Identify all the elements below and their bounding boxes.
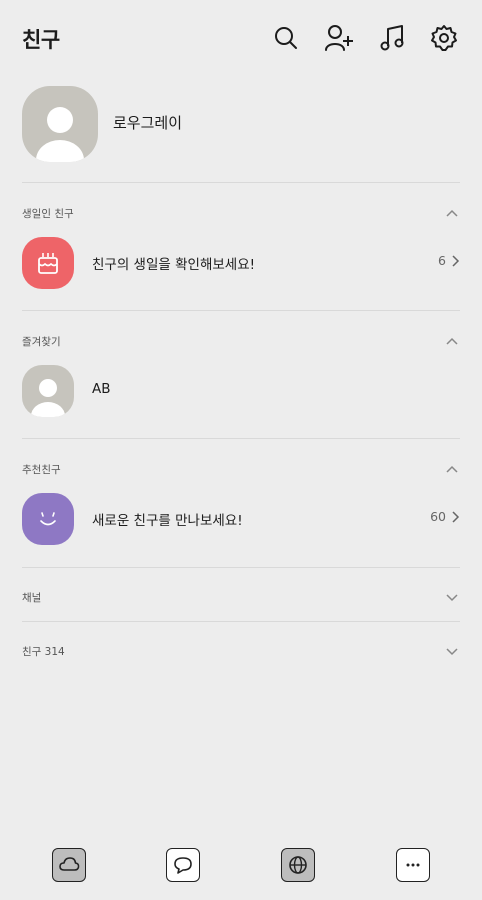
chevron-down-icon [446, 648, 458, 656]
recommended-row-text: 새로운 친구를 만나보세요! [92, 513, 243, 529]
section-header-channel[interactable]: 채널 [0, 584, 482, 610]
section-label: 친구 314 [22, 646, 65, 658]
recommended-count: 60 [430, 509, 460, 524]
header: 친구 [0, 0, 482, 78]
music-icon[interactable] [376, 22, 408, 54]
chevron-up-icon [446, 337, 458, 345]
divider [22, 567, 460, 568]
more-icon[interactable] [396, 848, 430, 882]
birthday-row[interactable]: 친구의 생일을 확인해보세요! 6 [0, 235, 482, 291]
bottom-nav [0, 840, 482, 890]
search-icon[interactable] [270, 22, 302, 54]
section-header-favorites[interactable]: 즐겨찾기 [0, 328, 482, 354]
favorite-friend-row[interactable]: AB [0, 363, 482, 419]
divider [22, 621, 460, 622]
chevron-up-icon [446, 209, 458, 217]
count-value: 60 [430, 509, 446, 524]
my-profile-row[interactable]: 로우그레이 [0, 82, 482, 164]
page-title: 친구 [22, 28, 60, 52]
section-label: 생일인 친구 [22, 208, 74, 220]
birthday-row-text: 친구의 생일을 확인해보세요! [92, 257, 256, 273]
settings-icon[interactable] [428, 22, 460, 54]
cloud-icon[interactable] [52, 848, 86, 882]
chat-icon[interactable] [166, 848, 200, 882]
smile-icon [22, 493, 74, 545]
section-label: 추천친구 [22, 464, 61, 476]
birthday-count: 6 [438, 253, 460, 268]
avatar [22, 86, 98, 162]
section-header-friends[interactable]: 친구 314 [0, 638, 482, 664]
divider [22, 310, 460, 311]
cake-icon [22, 237, 74, 289]
chevron-down-icon [446, 594, 458, 602]
profile-name: 로우그레이 [113, 114, 183, 132]
section-label: 즐겨찾기 [22, 336, 61, 348]
section-header-recommended[interactable]: 추천친구 [0, 456, 482, 482]
divider [22, 438, 460, 439]
add-friend-icon[interactable] [323, 22, 355, 54]
avatar [22, 365, 74, 417]
count-value: 6 [438, 253, 446, 268]
friend-name: AB [92, 381, 111, 397]
chevron-right-icon [452, 254, 460, 267]
section-label: 채널 [22, 592, 42, 604]
divider [22, 182, 460, 183]
chevron-up-icon [446, 465, 458, 473]
chevron-right-icon [452, 510, 460, 523]
recommended-row[interactable]: 새로운 친구를 만나보세요! 60 [0, 491, 482, 547]
globe-icon[interactable] [281, 848, 315, 882]
section-header-birthday[interactable]: 생일인 친구 [0, 200, 482, 226]
